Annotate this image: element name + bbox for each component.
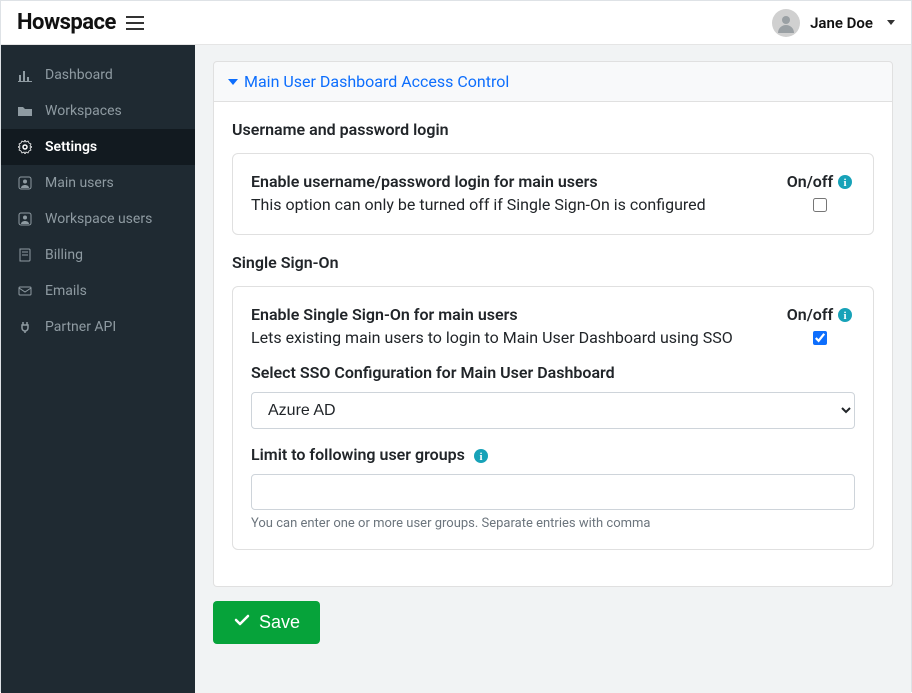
section-title-username: Username and password login bbox=[232, 120, 874, 139]
sidebar-label: Main users bbox=[45, 175, 114, 191]
avatar-icon bbox=[772, 9, 800, 37]
sidebar-item-dashboard[interactable]: Dashboard bbox=[1, 57, 195, 93]
users-icon bbox=[17, 212, 33, 226]
sidebar-label: Workspaces bbox=[45, 103, 122, 119]
enable-sso-checkbox[interactable] bbox=[813, 331, 827, 345]
sso-config-group: Select SSO Configuration for Main User D… bbox=[251, 363, 855, 429]
sidebar-item-workspace-users[interactable]: Workspace users bbox=[1, 201, 195, 237]
enable-sso-label: Enable Single Sign-On for main users bbox=[251, 305, 765, 324]
book-icon bbox=[17, 248, 33, 262]
user-icon bbox=[17, 176, 33, 190]
panel-title[interactable]: Main User Dashboard Access Control bbox=[244, 72, 509, 91]
enable-username-desc: This option can only be turned off if Si… bbox=[251, 195, 765, 214]
sidebar-item-emails[interactable]: Emails bbox=[1, 273, 195, 309]
sidebar-item-main-users[interactable]: Main users bbox=[1, 165, 195, 201]
onoff-text: On/off bbox=[787, 172, 833, 191]
logo: Howspace bbox=[17, 10, 116, 35]
save-button[interactable]: Save bbox=[213, 601, 320, 644]
section-title-sso: Single Sign-On bbox=[232, 253, 874, 272]
check-icon bbox=[233, 611, 251, 634]
sso-config-label: Select SSO Configuration for Main User D… bbox=[251, 363, 855, 382]
svg-text:i: i bbox=[479, 451, 482, 463]
field-side: On/off i bbox=[785, 305, 855, 349]
user-name: Jane Doe bbox=[810, 14, 873, 32]
info-icon[interactable]: i bbox=[473, 448, 489, 464]
svg-text:i: i bbox=[844, 310, 847, 322]
plug-icon bbox=[17, 320, 33, 334]
topbar: Howspace Jane Doe bbox=[1, 1, 911, 45]
caret-down-icon bbox=[887, 20, 895, 25]
onoff-text: On/off bbox=[787, 305, 833, 324]
field-main: Enable username/password login for main … bbox=[251, 172, 765, 214]
gear-icon bbox=[17, 140, 33, 154]
envelope-icon bbox=[17, 284, 33, 298]
sidebar-item-workspaces[interactable]: Workspaces bbox=[1, 93, 195, 129]
folder-icon bbox=[17, 104, 33, 118]
field-side: On/off i bbox=[785, 172, 855, 216]
sidebar-label: Billing bbox=[45, 247, 83, 263]
enable-username-checkbox[interactable] bbox=[813, 198, 827, 212]
limit-groups-label: Limit to following user groups i bbox=[251, 445, 855, 464]
sso-card: Enable Single Sign-On for main users Let… bbox=[232, 286, 874, 550]
field-main: Enable Single Sign-On for main users Let… bbox=[251, 305, 765, 347]
onoff-label: On/off i bbox=[787, 305, 853, 324]
chart-icon bbox=[17, 68, 33, 82]
limit-groups-help: You can enter one or more user groups. S… bbox=[251, 516, 855, 531]
sidebar-label: Partner API bbox=[45, 319, 116, 335]
sidebar-item-settings[interactable]: Settings bbox=[1, 129, 195, 165]
save-button-label: Save bbox=[259, 612, 300, 633]
username-card: Enable username/password login for main … bbox=[232, 153, 874, 235]
svg-text:i: i bbox=[844, 177, 847, 189]
sidebar-label: Emails bbox=[45, 283, 87, 299]
onoff-label: On/off i bbox=[787, 172, 853, 191]
limit-groups-label-text: Limit to following user groups bbox=[251, 445, 465, 464]
limit-groups-input[interactable] bbox=[251, 474, 855, 510]
sso-config-select[interactable]: Azure AD bbox=[251, 392, 855, 429]
enable-username-label: Enable username/password login for main … bbox=[251, 172, 765, 191]
caret-down-icon bbox=[228, 79, 238, 85]
panel-body: Username and password login Enable usern… bbox=[213, 102, 893, 587]
user-menu[interactable]: Jane Doe bbox=[772, 9, 895, 37]
sidebar-label: Settings bbox=[45, 139, 97, 155]
sidebar-item-partner-api[interactable]: Partner API bbox=[1, 309, 195, 345]
enable-sso-desc: Lets existing main users to login to Mai… bbox=[251, 328, 765, 347]
sidebar: Dashboard Workspaces Settings Main users… bbox=[1, 45, 195, 693]
hamburger-icon[interactable] bbox=[126, 16, 144, 30]
main-content: Main User Dashboard Access Control Usern… bbox=[195, 45, 911, 693]
limit-groups-group: Limit to following user groups i You can… bbox=[251, 445, 855, 531]
sidebar-label: Dashboard bbox=[45, 67, 113, 83]
topbar-left: Howspace bbox=[17, 10, 144, 35]
panel-header[interactable]: Main User Dashboard Access Control bbox=[213, 61, 893, 102]
info-icon[interactable]: i bbox=[837, 174, 853, 190]
sidebar-label: Workspace users bbox=[45, 211, 152, 227]
info-icon[interactable]: i bbox=[837, 307, 853, 323]
sidebar-item-billing[interactable]: Billing bbox=[1, 237, 195, 273]
